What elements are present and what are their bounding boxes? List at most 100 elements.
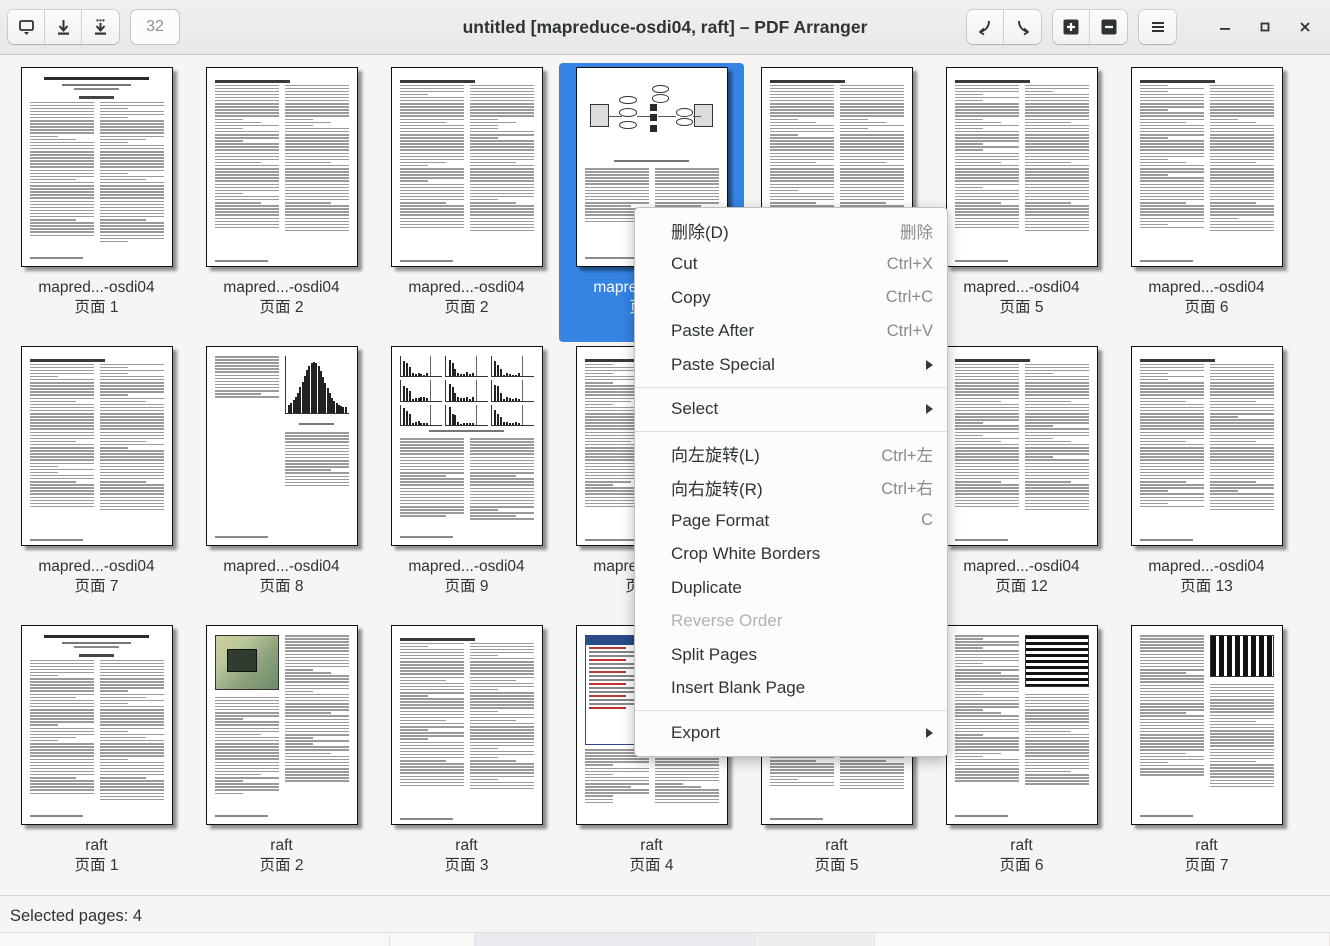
zoom-in-button[interactable]: [1053, 10, 1090, 44]
thumbnail-doc-name: mapred...-osdi04: [408, 557, 524, 577]
page-thumbnail-10[interactable]: mapred...-osdi04页面 9: [374, 342, 559, 621]
thumbnail-caption: raft页面 2: [260, 836, 304, 876]
arrow-down-dotted-icon: [91, 18, 110, 37]
thumbnail-page-number: 页面 6: [1148, 298, 1264, 318]
thumbnail-page-number: 页面 1: [75, 856, 119, 876]
thumbnail-caption: mapred...-osdi04页面 13: [1148, 557, 1264, 597]
menu-item-paste-after[interactable]: Paste AfterCtrl+V: [635, 315, 947, 349]
rotate-right-button[interactable]: [1004, 10, 1041, 44]
thumbnail-caption: raft页面 6: [1000, 836, 1044, 876]
page-thumbnail-8[interactable]: mapred...-osdi04页面 7: [4, 342, 189, 621]
header-bar: 32 untitled [mapreduce-osdi04, raft] – P…: [0, 0, 1330, 55]
menu-item-label: 向右旋转(R): [671, 475, 763, 500]
screen-down-icon: [17, 18, 36, 37]
page-thumbnail-1[interactable]: mapred...-osdi04页面 1: [4, 63, 189, 342]
menu-item-label: Page Format: [671, 511, 769, 531]
thumbnail-image: [387, 67, 547, 272]
page-thumbnail-6[interactable]: mapred...-osdi04页面 5: [929, 63, 1114, 342]
menu-item-duplicate[interactable]: Duplicate: [635, 571, 947, 605]
menu-item-select[interactable]: Select: [635, 393, 947, 427]
submenu-arrow-icon: [926, 360, 933, 370]
context-menu[interactable]: 删除(D)删除 Cut Ctrl+X CopyCtrl+CPaste AfterCtr…: [634, 207, 948, 757]
page-thumbnail-13[interactable]: mapred...-osdi04页面 12: [929, 342, 1114, 621]
thumbnail-caption: mapred...-osdi04页面 12: [963, 557, 1079, 597]
thumbnail-doc-name: raft: [630, 836, 674, 856]
menu-item-crop-white-borders[interactable]: Crop White Borders: [635, 538, 947, 572]
thumbnail-image: [942, 67, 1102, 272]
menu-item-label: Export: [671, 723, 720, 743]
thumbnail-image: [17, 67, 177, 272]
page-thumbnail-9[interactable]: mapred...-osdi04页面 8: [189, 342, 374, 621]
thumbnail-doc-name: raft: [260, 836, 304, 856]
thumbnail-caption: raft页面 4: [630, 836, 674, 876]
menu-item-copy[interactable]: CopyCtrl+C: [635, 281, 947, 315]
thumbnail-page-number: 页面 9: [408, 577, 524, 597]
menu-item-paste-special[interactable]: Paste Special: [635, 348, 947, 382]
thumbnail-caption: raft页面 3: [445, 836, 489, 876]
menu-item-rotate-right[interactable]: 向右旋转(R) Ctrl+右: [635, 471, 947, 505]
menu-item-page-format[interactable]: Page FormatC: [635, 504, 947, 538]
page-thumbnail-21[interactable]: raft页面 7: [1114, 621, 1299, 895]
menu-item-label: Paste Special: [671, 355, 775, 375]
menu-item-accelerator: Ctrl+V: [887, 322, 933, 341]
menu-item-split-pages[interactable]: Split Pages: [635, 638, 947, 672]
main-menu-button[interactable]: [1139, 10, 1176, 44]
thumbnail-caption: raft页面 1: [75, 836, 119, 876]
menu-item-cut[interactable]: Cut Ctrl+X: [635, 248, 947, 282]
page-thumbnail-3[interactable]: mapred...-osdi04页面 2: [374, 63, 559, 342]
close-button[interactable]: [1288, 10, 1322, 44]
import-dotted-button[interactable]: [82, 10, 119, 44]
menu-item-export[interactable]: Export: [635, 716, 947, 750]
page-thumbnail-16[interactable]: raft页面 2: [189, 621, 374, 895]
thumbnail-image: [942, 346, 1102, 551]
thumbnail-page-number: 页面 12: [963, 577, 1079, 597]
page-thumbnail-14[interactable]: mapred...-osdi04页面 13: [1114, 342, 1299, 621]
thumbnail-caption: mapred...-osdi04页面 9: [408, 557, 524, 597]
menu-item-accelerator: Ctrl+X: [887, 255, 933, 274]
thumbnail-page-number: 页面 7: [1185, 856, 1229, 876]
background-window-strip: [0, 932, 1330, 946]
menu-item-label: Insert Blank Page: [671, 678, 805, 698]
thumbnail-image: [1127, 67, 1287, 272]
import-screen-button[interactable]: [8, 10, 45, 44]
thumbnail-page-number: 页面 8: [223, 577, 339, 597]
menu-item-label: Select: [671, 399, 718, 419]
menu-item-label: Cut: [671, 254, 697, 274]
zoom-level-field[interactable]: 32: [131, 10, 179, 44]
menu-button-group: [1139, 10, 1176, 44]
page-thumbnail-2[interactable]: mapred...-osdi04页面 2: [189, 63, 374, 342]
menu-item-accelerator: Ctrl+右: [881, 475, 933, 499]
menu-item-delete[interactable]: 删除(D)删除: [635, 214, 947, 248]
rotate-left-icon: [975, 17, 995, 37]
maximize-button[interactable]: [1248, 10, 1282, 44]
minus-box-icon: [1100, 18, 1118, 36]
menu-item-accelerator: Ctrl+C: [886, 288, 933, 307]
zoom-out-button[interactable]: [1090, 10, 1127, 44]
thumbnail-page-number: 页面 1: [38, 298, 154, 318]
menu-item-accelerator: Ctrl+左: [881, 442, 933, 466]
minimize-icon: [1217, 19, 1233, 35]
import-button-group: [8, 10, 119, 44]
thumbnail-caption: mapred...-osdi04页面 7: [38, 557, 154, 597]
rotate-left-button[interactable]: [967, 10, 1004, 44]
menu-separator: [635, 710, 947, 711]
page-thumbnail-15[interactable]: raft页面 1: [4, 621, 189, 895]
menu-separator: [635, 387, 947, 388]
menu-item-rotate-left[interactable]: 向左旋转(L)Ctrl+左: [635, 437, 947, 471]
thumbnail-caption: raft页面 5: [815, 836, 859, 876]
page-thumbnail-17[interactable]: raft页面 3: [374, 621, 559, 895]
maximize-icon: [1257, 19, 1273, 35]
thumbnail-page-number: 页面 7: [38, 577, 154, 597]
rotate-button-group: [967, 10, 1041, 44]
thumbnail-caption: mapred...-osdi04页面 2: [223, 278, 339, 318]
minimize-button[interactable]: [1208, 10, 1242, 44]
import-button[interactable]: [45, 10, 82, 44]
menu-item-insert-blank-page[interactable]: Insert Blank Page: [635, 672, 947, 706]
menu-item-reverse-order: Reverse Order: [635, 605, 947, 639]
zoom-level-value: 32: [146, 18, 164, 36]
thumbnail-doc-name: mapred...-osdi04: [408, 278, 524, 298]
page-thumbnail-7[interactable]: mapred...-osdi04页面 6: [1114, 63, 1299, 342]
page-thumbnail-20[interactable]: raft页面 6: [929, 621, 1114, 895]
thumbnail-doc-name: raft: [75, 836, 119, 856]
thumbnail-caption: raft页面 7: [1185, 836, 1229, 876]
